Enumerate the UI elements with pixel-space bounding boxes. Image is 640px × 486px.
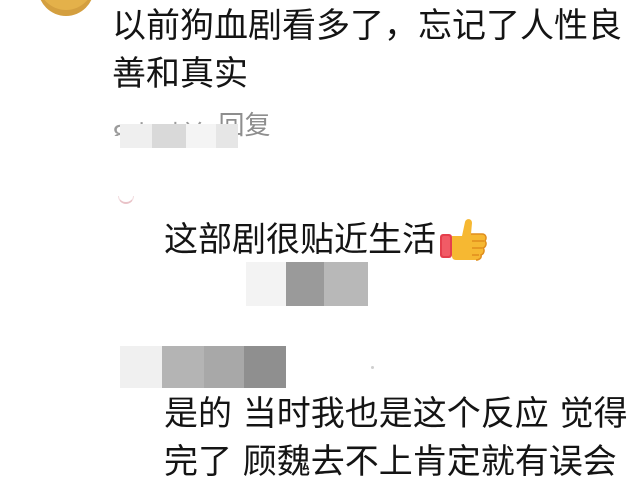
decorative-dot [371, 366, 374, 369]
reply-text: 是的 当时我也是这个反应 觉得 完了 顾魏去不上肯定就有误会 [164, 390, 634, 486]
avatar[interactable] [38, 0, 94, 16]
reply-line: 是的 当时我也是这个反应 觉得 [164, 394, 628, 434]
blurred-username [246, 262, 368, 306]
blurred-username [120, 124, 238, 148]
blurred-username [120, 346, 286, 388]
reply-line: 完了 顾魏去不上肯定就有误会 [164, 442, 617, 482]
comment-line: 善和真实 [112, 54, 248, 94]
comment-text: 以前狗血剧看多了，忘记了人性良 善和真实 [112, 2, 632, 98]
reply-text: 这部剧很贴近生活 [164, 216, 624, 264]
thumbs-up-icon [438, 216, 488, 264]
reply-line: 这部剧很贴近生活 [164, 220, 436, 260]
reply-avatar[interactable] [118, 196, 134, 204]
comment-line: 以前狗血剧看多了，忘记了人性良 [112, 6, 622, 46]
